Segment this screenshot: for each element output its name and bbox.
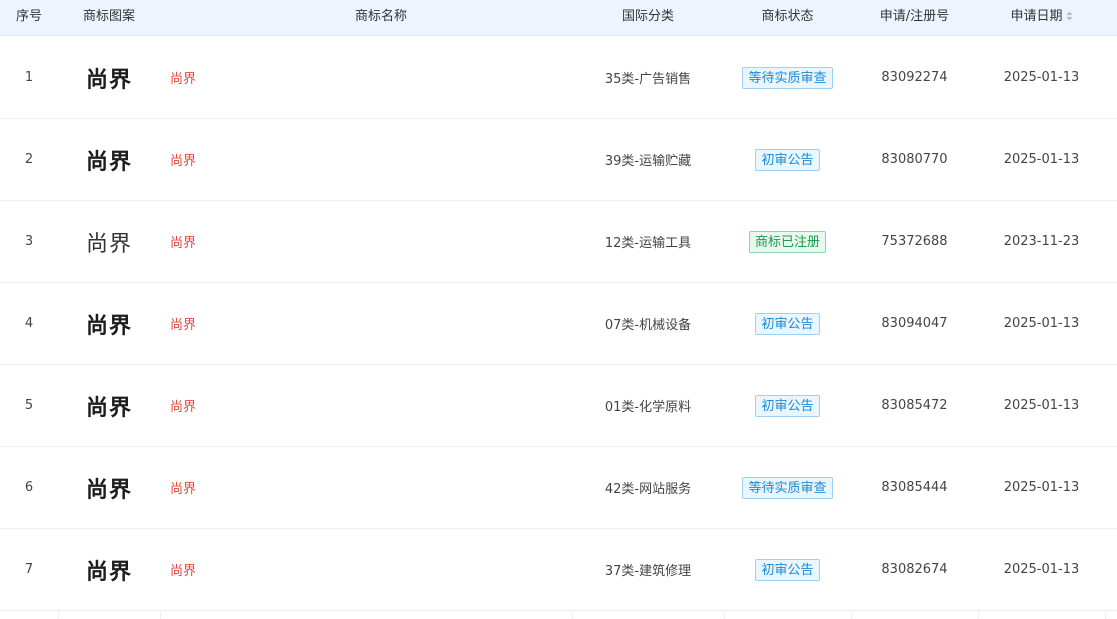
trademark-logo-cell: 尚界 <box>58 119 160 200</box>
trademark-logo-cell: 尚界 <box>58 37 160 118</box>
trademark-table: 序号 商标图案 商标名称 国际分类 商标状态 申请/注册号 申请日期 1 尚界 尚界… <box>0 0 1117 619</box>
international-class: 12类-运输工具 <box>604 236 692 251</box>
trademark-logo-cell: 尚界 <box>58 201 160 282</box>
header-status: 商标状态 <box>761 9 814 24</box>
international-class: 37类-建筑修理 <box>604 564 692 579</box>
trademark-logo-cell: 尚界 <box>58 283 160 364</box>
status-badge: 等待实质审查 <box>742 66 833 89</box>
application-date: 2023-11-23 <box>1003 234 1080 249</box>
table-row[interactable]: 1 尚界 尚界 35类-广告销售 等待实质审查 83092274 2025-01-13 <box>0 37 1117 119</box>
trademark-logo[interactable]: 尚界 <box>86 390 132 422</box>
registration-number: 83094047 <box>881 316 948 331</box>
table-row[interactable]: 3 尚界 尚界 12类-运输工具 商标已注册 75372688 2023-11-23 <box>0 201 1117 283</box>
trademark-name[interactable]: 尚界 <box>160 283 572 364</box>
registration-number: 83082674 <box>881 562 948 577</box>
application-date: 2025-01-13 <box>1003 398 1080 413</box>
table-row[interactable]: 7 尚界 尚界 37类-建筑修理 初审公告 83082674 2025-01-13 <box>0 529 1117 611</box>
status-cell: 商标已注册 <box>724 201 851 282</box>
header-logo: 商标图案 <box>82 9 135 24</box>
trademark-logo[interactable]: 尚界 <box>86 62 132 94</box>
application-date: 2025-01-13 <box>1003 152 1080 167</box>
sort-icon[interactable] <box>1066 11 1073 21</box>
table-row[interactable]: 5 尚界 尚界 01类-化学原料 初审公告 83085472 2025-01-13 <box>0 365 1117 447</box>
row-index: 5 <box>24 398 34 413</box>
trademark-name[interactable]: 尚界 <box>160 37 572 118</box>
application-date: 2025-01-13 <box>1003 70 1080 85</box>
status-cell: 初审公告 <box>724 119 851 200</box>
row-index: 2 <box>24 152 34 167</box>
trademark-name[interactable]: 尚界 <box>160 201 572 282</box>
status-cell: 等待实质审查 <box>724 447 851 528</box>
registration-number: 83092274 <box>881 70 948 85</box>
trademark-logo-cell: 尚界 <box>58 365 160 446</box>
trademark-logo[interactable]: 尚界 <box>86 472 132 504</box>
header-date[interactable]: 申请日期 <box>978 0 1105 35</box>
trademark-name[interactable]: 尚界 <box>160 119 572 200</box>
header-reg-no: 申请/注册号 <box>879 9 950 24</box>
header-class: 国际分类 <box>621 9 674 24</box>
trademark-logo-cell: 尚界 <box>58 447 160 528</box>
row-index: 3 <box>24 234 34 249</box>
header-name: 商标名称 <box>354 9 407 24</box>
table-header: 序号 商标图案 商标名称 国际分类 商标状态 申请/注册号 申请日期 <box>0 0 1117 36</box>
status-cell: 初审公告 <box>724 283 851 364</box>
application-date: 2025-01-13 <box>1003 562 1080 577</box>
table-row[interactable]: 6 尚界 尚界 42类-网站服务 等待实质审查 83085444 2025-01-13 <box>0 447 1117 529</box>
trademark-name[interactable]: 尚界 <box>160 529 572 610</box>
application-date: 2025-01-13 <box>1003 316 1080 331</box>
row-index: 6 <box>24 480 34 495</box>
registration-number: 83085444 <box>881 480 948 495</box>
status-badge: 初审公告 <box>755 394 820 417</box>
application-date: 2025-01-13 <box>1003 480 1080 495</box>
trademark-logo[interactable]: 尚界 <box>86 144 132 176</box>
status-badge: 初审公告 <box>755 312 820 335</box>
trademark-logo[interactable]: 尚界 <box>86 226 132 258</box>
registration-number: 75372688 <box>881 234 948 249</box>
row-index: 7 <box>24 562 34 577</box>
header-index: 序号 <box>15 9 42 24</box>
status-cell: 初审公告 <box>724 529 851 610</box>
international-class: 35类-广告销售 <box>604 72 692 87</box>
international-class: 01类-化学原料 <box>604 400 692 415</box>
trademark-name[interactable]: 尚界 <box>160 365 572 446</box>
status-cell: 等待实质审查 <box>724 37 851 118</box>
trademark-logo-cell: 尚界 <box>58 529 160 610</box>
international-class: 39类-运输贮藏 <box>604 154 692 169</box>
registration-number: 83085472 <box>881 398 948 413</box>
registration-number: 83080770 <box>881 152 948 167</box>
row-index: 1 <box>24 70 34 85</box>
table-row[interactable]: 2 尚界 尚界 39类-运输贮藏 初审公告 83080770 2025-01-13 <box>0 119 1117 201</box>
table-row[interactable]: 4 尚界 尚界 07类-机械设备 初审公告 83094047 2025-01-13 <box>0 283 1117 365</box>
status-badge: 商标已注册 <box>748 230 826 253</box>
international-class: 07类-机械设备 <box>604 318 692 333</box>
status-badge: 初审公告 <box>755 148 820 171</box>
row-index: 4 <box>24 316 34 331</box>
header-date-label: 申请日期 <box>1010 9 1063 24</box>
status-badge: 等待实质审查 <box>742 476 833 499</box>
international-class: 42类-网站服务 <box>604 482 692 497</box>
trademark-logo[interactable]: 尚界 <box>86 554 132 586</box>
trademark-logo[interactable]: 尚界 <box>86 308 132 340</box>
status-badge: 初审公告 <box>755 558 820 581</box>
trademark-name[interactable]: 尚界 <box>160 447 572 528</box>
status-cell: 初审公告 <box>724 365 851 446</box>
